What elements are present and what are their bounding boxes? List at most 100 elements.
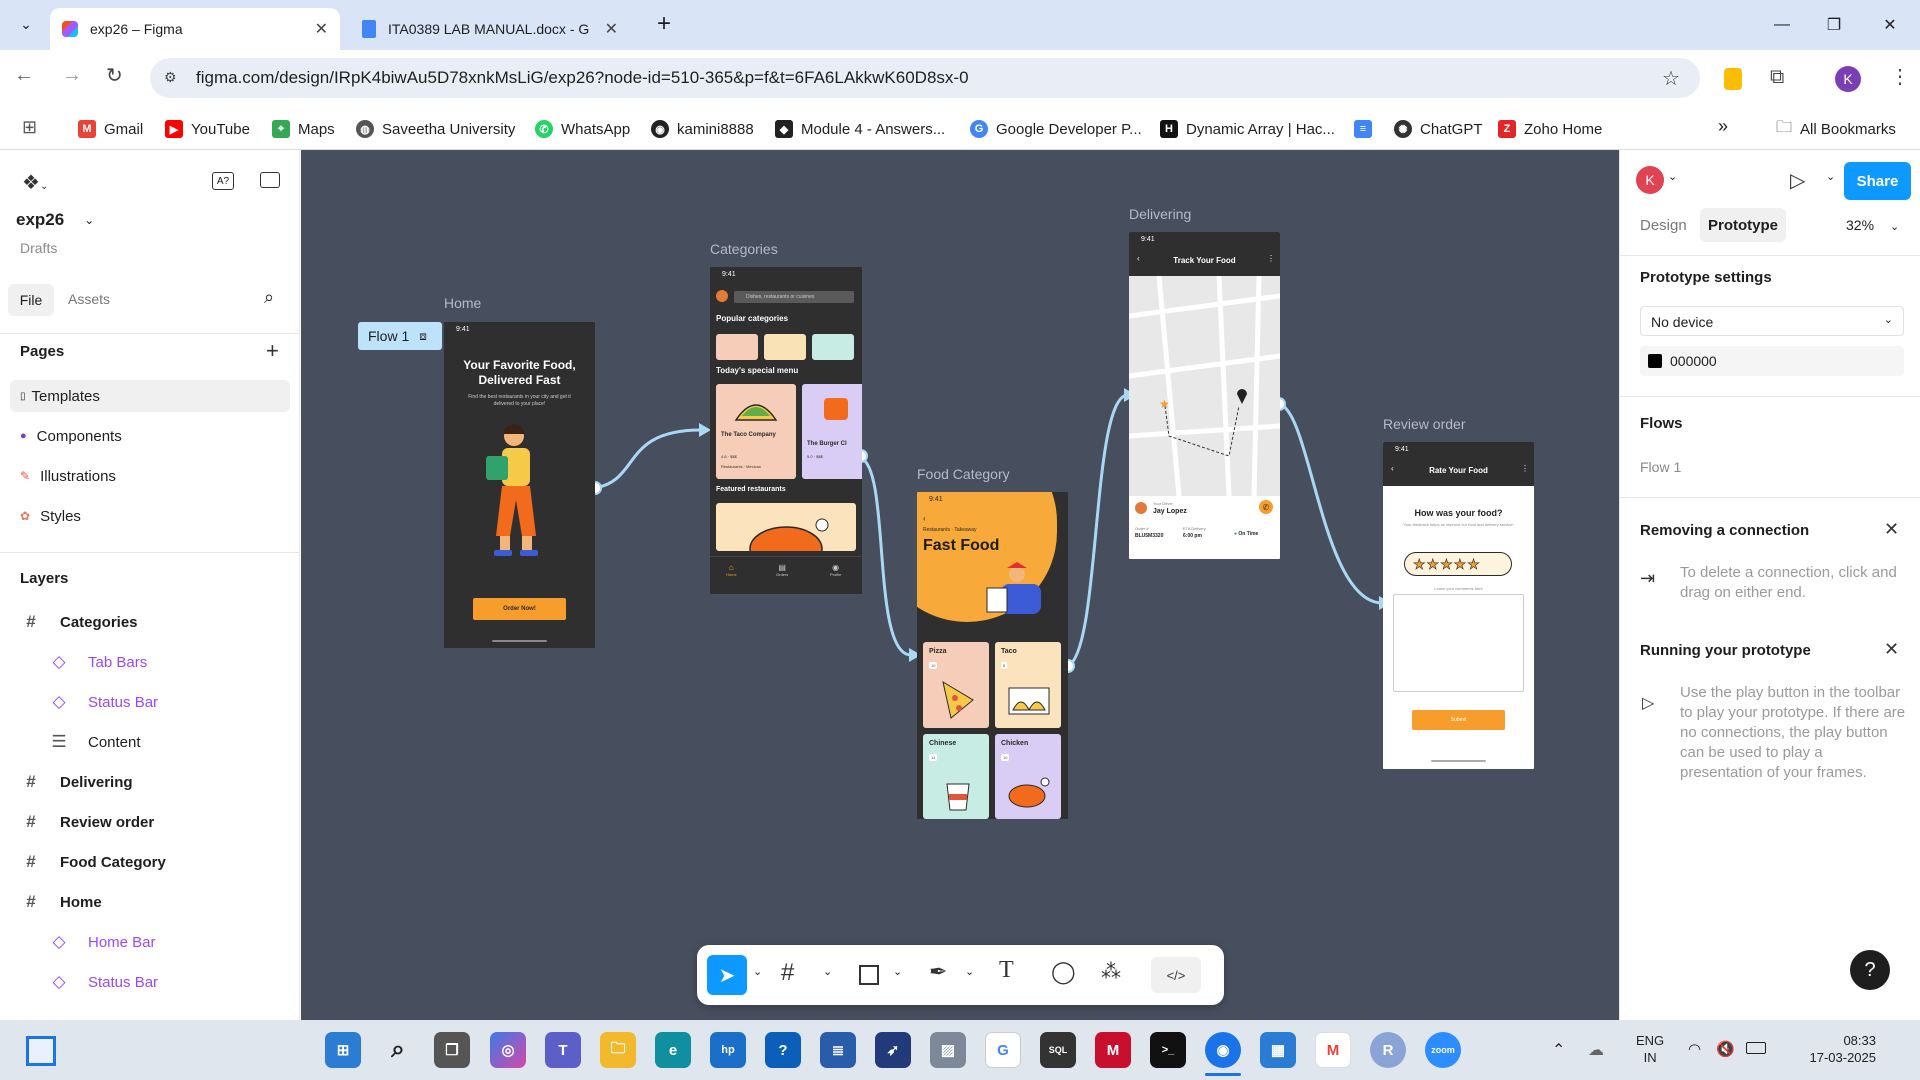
layer-content[interactable]: ☰ Content: [0, 722, 300, 762]
tab-docs[interactable]: ITA0389 LAB MANUAL.docx - G ✕: [350, 8, 630, 50]
google-icon[interactable]: G: [985, 1032, 1021, 1068]
bookmark-star-icon[interactable]: ☆: [1662, 66, 1680, 91]
comment-field[interactable]: [1393, 594, 1524, 692]
frame-label-food-category[interactable]: Food Category: [917, 466, 1010, 482]
bookmark-whatsapp[interactable]: ✆ WhatsApp: [535, 114, 630, 144]
wifi-icon[interactable]: ◠: [1688, 1040, 1701, 1058]
frame-label-categories[interactable]: Categories: [710, 241, 778, 257]
page-illustrations[interactable]: ✎ Illustrations: [20, 460, 116, 492]
bookmark-github[interactable]: ◉ kamini8888: [651, 114, 754, 144]
site-info-icon[interactable]: ⚙: [164, 69, 177, 86]
close-tab-icon[interactable]: ✕: [315, 19, 328, 39]
frame-home[interactable]: 9:41 Your Favorite Food, Delivered Fast …: [444, 322, 595, 648]
tab-design[interactable]: Design: [1640, 217, 1687, 234]
battery-icon[interactable]: [1746, 1042, 1766, 1054]
tray-chevron-icon[interactable]: ⌃: [1552, 1040, 1565, 1060]
bookmark-module4[interactable]: ◆ Module 4 - Answers...: [775, 114, 945, 144]
bookmark-docs[interactable]: ≡: [1354, 114, 1380, 144]
rectangle-tool-icon[interactable]: [859, 965, 879, 985]
sidebar-toggle-icon[interactable]: [260, 172, 280, 188]
store-icon[interactable]: ▦: [1260, 1032, 1296, 1068]
mcafee-icon[interactable]: M: [1095, 1032, 1131, 1068]
frame-categories[interactable]: 9:41 Dishes, restaurants or cuisines Pop…: [710, 267, 862, 594]
layer-food-category[interactable]: # Food Category: [0, 842, 300, 882]
more-bookmarks-icon[interactable]: »: [1718, 116, 1728, 137]
categories-search[interactable]: Dishes, restaurants or cuisines: [734, 291, 854, 303]
add-page-icon[interactable]: +: [266, 338, 279, 364]
submit-button[interactable]: Submit: [1412, 710, 1505, 730]
layer-delivering[interactable]: # Delivering: [0, 762, 300, 802]
address-bar[interactable]: figma.com/design/IRpK4biwAu5D78xnkMsLiG/…: [150, 58, 1700, 98]
apps-grid-icon[interactable]: ⊞: [22, 117, 37, 138]
card-burger[interactable]: The Burger Cl 5.0 · $$$: [802, 384, 862, 479]
app-icon[interactable]: ➶: [875, 1032, 911, 1068]
layer-tab-bars[interactable]: ◇ Tab Bars: [0, 642, 300, 682]
frame-tool-icon[interactable]: #: [781, 959, 794, 987]
back-icon[interactable]: ←: [14, 64, 34, 87]
help-tips-icon[interactable]: ?: [765, 1032, 801, 1068]
tab-file[interactable]: File: [8, 284, 54, 316]
close-icon[interactable]: ✕: [1884, 639, 1899, 660]
flow-item[interactable]: Flow 1: [1640, 459, 1681, 475]
weather-icon[interactable]: ☁: [1588, 1040, 1604, 1060]
back-icon[interactable]: ‹: [923, 514, 926, 523]
zoom-icon[interactable]: zoom: [1425, 1032, 1461, 1068]
tab-figma[interactable]: exp26 – Figma ✕: [50, 8, 340, 50]
bookmark-saveetha[interactable]: ◍ Saveetha University: [356, 114, 515, 144]
edge-icon[interactable]: e: [655, 1032, 691, 1068]
tab-profile[interactable]: ◉ Profile: [830, 563, 841, 577]
close-icon[interactable]: ✕: [1884, 519, 1899, 540]
windows-start-icon[interactable]: ⊞: [325, 1032, 361, 1068]
text-actions-icon[interactable]: A?: [212, 172, 234, 190]
actions-tool-icon[interactable]: ⁂: [1101, 959, 1121, 984]
category-pizza-card[interactable]: Pizza 10: [923, 642, 989, 728]
clock[interactable]: 08:33 17-03-2025: [1786, 1032, 1877, 1066]
category-bowl[interactable]: [764, 334, 806, 360]
all-bookmarks[interactable]: 🗀 All Bookmarks: [1776, 114, 1896, 144]
reload-icon[interactable]: ↻: [106, 63, 123, 88]
bookmark-google-dev[interactable]: G Google Developer P...: [970, 114, 1142, 144]
extension-icon[interactable]: [1724, 68, 1742, 90]
zoom-level[interactable]: 32% ⌄: [1846, 217, 1899, 233]
chevron-down-icon[interactable]: ⌄: [823, 965, 832, 978]
pen-tool-icon[interactable]: ✒: [929, 959, 947, 985]
gmail-icon[interactable]: M: [1315, 1032, 1351, 1068]
bookmark-gmail[interactable]: M Gmail: [78, 114, 143, 144]
user-avatar[interactable]: K: [1636, 166, 1664, 194]
search-icon[interactable]: ⌕: [380, 1032, 416, 1068]
extensions-puzzle-icon[interactable]: ⧉: [1770, 66, 1784, 89]
category-chinese-card[interactable]: Chinese 14: [923, 734, 989, 819]
restore-icon[interactable]: ❐: [1811, 0, 1857, 50]
bookmark-maps[interactable]: ⌖ Maps: [272, 114, 335, 144]
bookmark-zoho[interactable]: Z Zoho Home: [1498, 114, 1602, 144]
layer-status-bar[interactable]: ◇ Status Bar: [0, 682, 300, 722]
chrome-icon[interactable]: ◉: [1205, 1032, 1241, 1068]
volume-muted-icon[interactable]: 🔇: [1716, 1040, 1735, 1058]
frame-label-review[interactable]: Review order: [1383, 416, 1465, 432]
call-driver-icon[interactable]: ✆: [1259, 500, 1273, 514]
mysql-icon[interactable]: SQL: [1040, 1032, 1076, 1068]
more-icon[interactable]: ⋮: [1267, 254, 1275, 263]
page-templates[interactable]: ▯ Templates: [10, 380, 290, 412]
new-tab-icon[interactable]: +: [650, 10, 678, 38]
frame-label-delivering[interactable]: Delivering: [1129, 206, 1191, 222]
tab-assets[interactable]: Assets: [68, 291, 110, 307]
star-rating[interactable]: ★★★★★: [1404, 552, 1512, 576]
device-select[interactable]: No device ⌄: [1640, 306, 1904, 336]
page-components[interactable]: ● Components: [20, 420, 122, 452]
figma-menu-icon[interactable]: ❖⌄: [22, 170, 48, 195]
category-pizza[interactable]: [716, 334, 758, 360]
chevron-down-icon[interactable]: ⌄: [1826, 170, 1835, 183]
present-play-icon[interactable]: ▷: [1790, 168, 1805, 193]
comment-tool-icon[interactable]: ◯: [1051, 959, 1076, 985]
profile-avatar[interactable]: K: [1835, 66, 1861, 92]
widgets-icon[interactable]: [26, 1036, 56, 1066]
app-r-icon[interactable]: R: [1370, 1032, 1406, 1068]
notes-icon[interactable]: ≣: [820, 1032, 856, 1068]
frame-review[interactable]: 9:41 ‹ Rate Your Food ⋮ How was your foo…: [1383, 442, 1534, 769]
chevron-down-icon[interactable]: ⌄: [965, 965, 974, 978]
file-name[interactable]: exp26 ⌄: [16, 206, 94, 234]
share-button[interactable]: Share: [1844, 162, 1911, 200]
tab-prototype[interactable]: Prototype: [1700, 208, 1786, 242]
text-tool-icon[interactable]: T: [999, 957, 1014, 984]
